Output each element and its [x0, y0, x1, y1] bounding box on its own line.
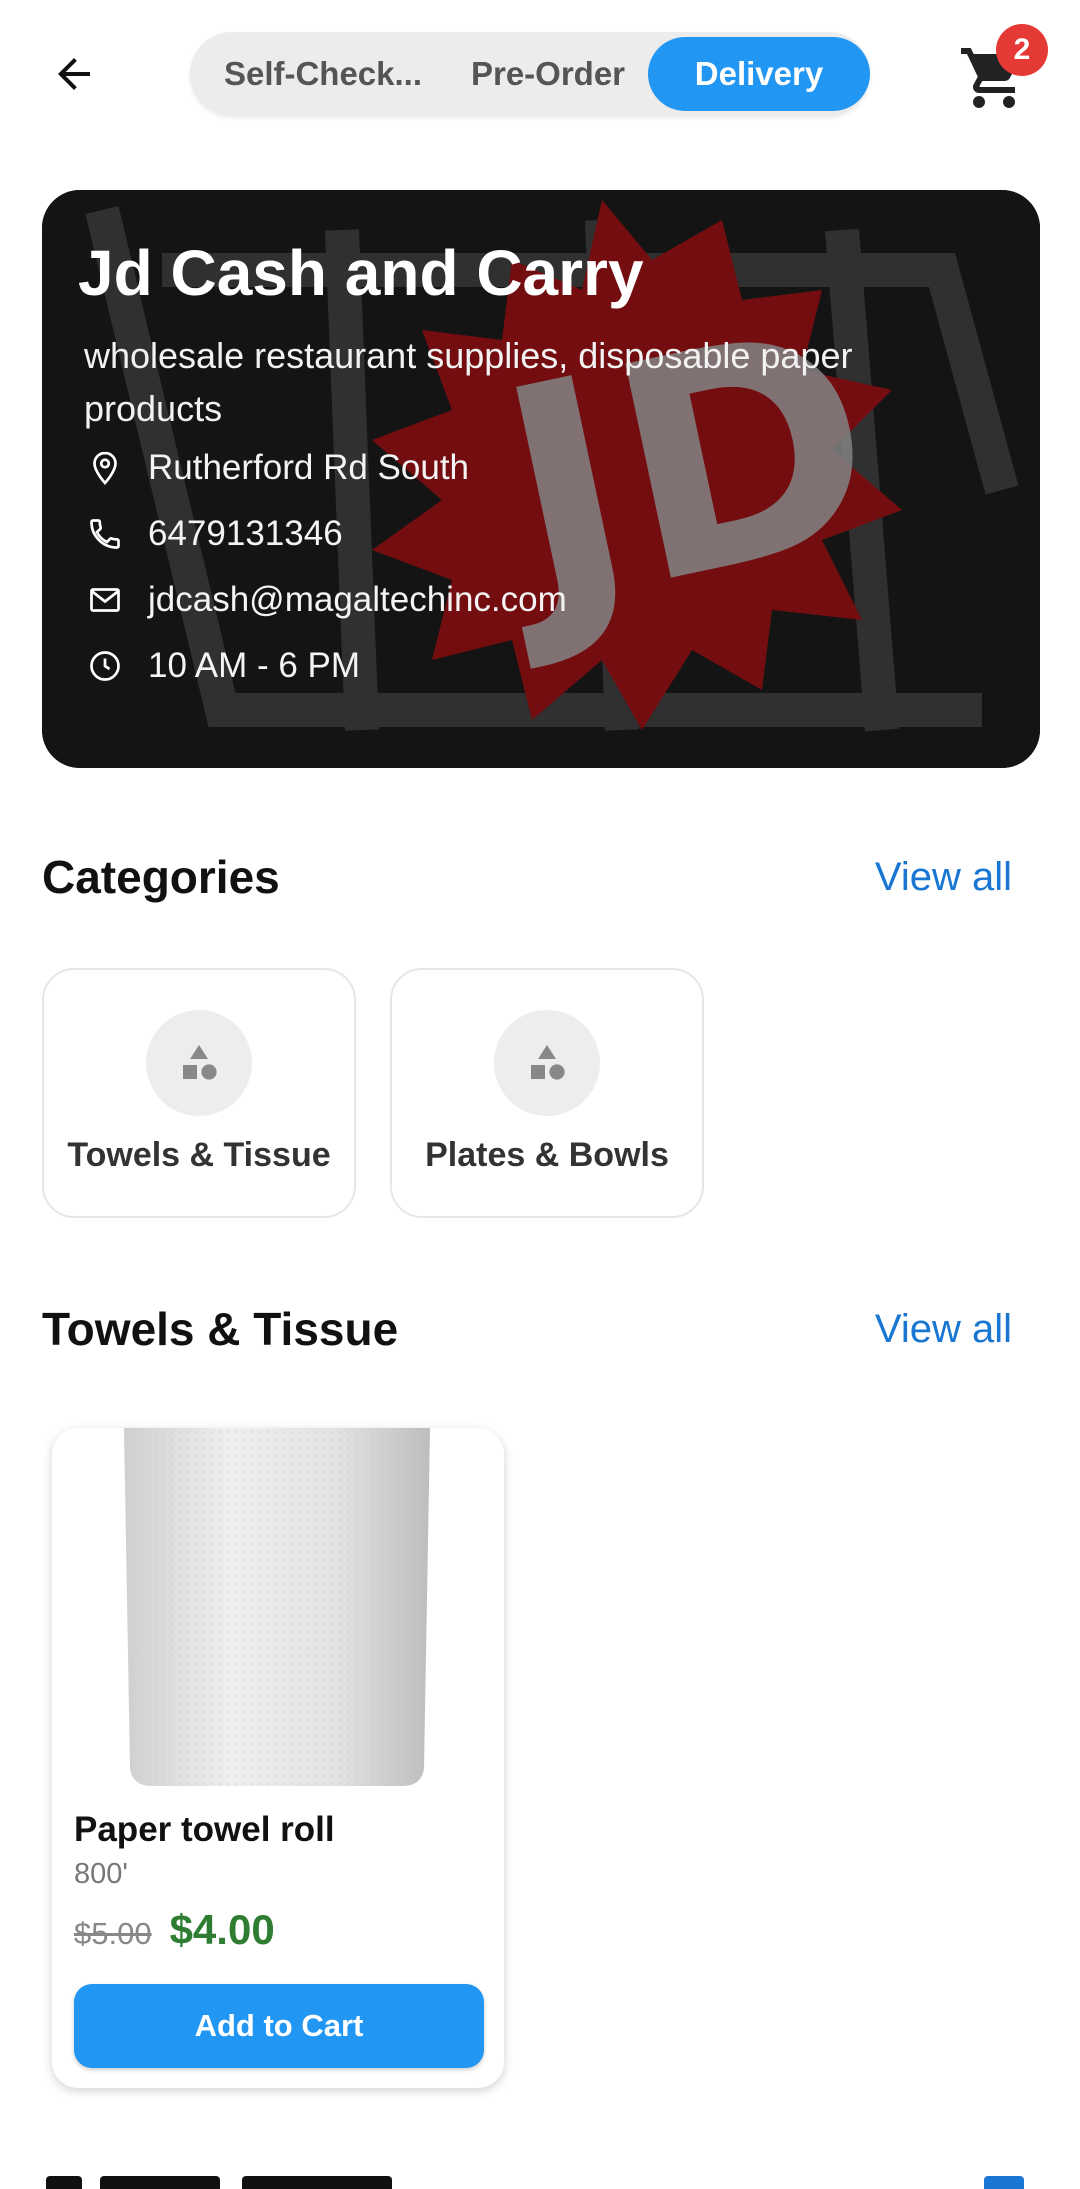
next-section-peek — [42, 2162, 1038, 2189]
store-hours: 10 AM - 6 PM — [148, 645, 361, 685]
location-pin-icon — [84, 447, 126, 489]
peek-glyph — [100, 2176, 220, 2189]
store-email-row[interactable]: jdcash@magaltechinc.com — [84, 567, 1000, 633]
cart-count-badge: 2 — [996, 24, 1048, 76]
store-description: wholesale restaurant supplies, disposabl… — [84, 335, 853, 429]
store-hours-row: 10 AM - 6 PM — [84, 633, 1000, 699]
category-label: Towels & Tissue — [67, 1136, 331, 1174]
categories-header: Categories View all — [42, 850, 1012, 904]
categories-title: Categories — [42, 851, 280, 903]
peek-glyph — [46, 2176, 82, 2189]
phone-icon — [84, 513, 126, 555]
category-card-plates-bowls[interactable]: Plates & Bowls — [390, 968, 704, 1218]
category-label: Plates & Bowls — [425, 1136, 669, 1174]
price-row: $5.00 $4.00 — [74, 1906, 275, 1954]
towels-section-title: Towels & Tissue — [42, 1303, 399, 1355]
sale-price: $4.00 — [169, 1906, 275, 1953]
store-address-row[interactable]: Rutherford Rd South — [84, 435, 1000, 501]
category-shapes-icon — [494, 1010, 600, 1116]
original-price: $5.00 — [74, 1916, 152, 1951]
peek-glyph — [242, 2176, 392, 2189]
product-name: Paper towel roll — [74, 1810, 335, 1849]
category-shapes-icon — [146, 1010, 252, 1116]
back-button[interactable] — [44, 44, 104, 104]
category-card-towels-tissue[interactable]: Towels & Tissue — [42, 968, 356, 1218]
cart-button[interactable]: 2 — [958, 24, 1048, 116]
order-mode-switch: Self-Check... Pre-Order Delivery — [190, 32, 870, 116]
store-email: jdcash@magaltechinc.com — [148, 579, 567, 619]
peek-link-glyph — [984, 2176, 1024, 2189]
towels-view-all-link[interactable]: View all — [875, 1307, 1012, 1352]
product-image — [124, 1428, 430, 1786]
store-address: Rutherford Rd South — [148, 447, 470, 487]
top-bar: Self-Check... Pre-Order Delivery 2 — [0, 0, 1080, 150]
product-card[interactable]: Paper towel roll 800' $5.00 $4.00 Add to… — [52, 1428, 504, 2088]
mail-icon — [84, 579, 126, 621]
store-name: Jd Cash and Carry — [78, 237, 644, 309]
store-phone-row[interactable]: 6479131346 — [84, 501, 1000, 567]
store-phone: 6479131346 — [148, 513, 343, 553]
towels-section-header: Towels & Tissue View all — [42, 1302, 1012, 1356]
store-banner: JD Jd Cash and Carry wholesale restauran… — [42, 190, 1040, 768]
arrow-left-icon — [58, 58, 90, 90]
tab-pre-order[interactable]: Pre-Order — [448, 37, 648, 111]
store-info: Jd Cash and Carry wholesale restaurant s… — [78, 238, 1000, 699]
clock-icon — [84, 645, 126, 687]
tab-delivery[interactable]: Delivery — [648, 37, 870, 111]
tab-self-checkout[interactable]: Self-Check... — [198, 37, 448, 111]
add-to-cart-button[interactable]: Add to Cart — [74, 1984, 484, 2068]
categories-view-all-link[interactable]: View all — [875, 855, 1012, 900]
product-size: 800' — [74, 1858, 128, 1890]
